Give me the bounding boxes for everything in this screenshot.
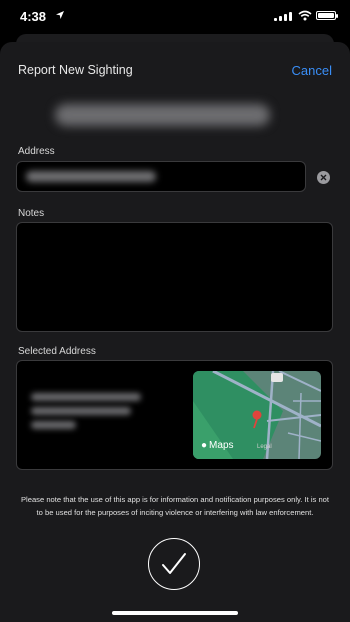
map-pin-icon [252, 410, 262, 429]
wifi-icon [298, 10, 312, 21]
report-sheet: Report New Sighting Cancel Address Notes… [0, 42, 350, 622]
map-thumbnail[interactable]: ● Maps Legal [193, 371, 321, 459]
redacted-city [31, 407, 131, 415]
address-label: Address [18, 146, 55, 157]
home-indicator[interactable] [112, 611, 238, 615]
battery-icon [316, 11, 338, 20]
selected-address-card: ● Maps Legal [16, 360, 333, 470]
checkmark-icon [162, 553, 186, 574]
clear-circle-icon [320, 174, 327, 181]
maps-provider-label: Maps [209, 440, 234, 451]
clear-address-button[interactable] [317, 171, 330, 184]
location-arrow-icon [56, 11, 64, 19]
address-field[interactable] [16, 161, 306, 192]
cancel-button[interactable]: Cancel [292, 63, 332, 78]
redacted-address-heading [55, 104, 270, 126]
disclaimer-text: Please note that the use of this app is … [20, 495, 329, 517]
selected-address-label: Selected Address [18, 346, 96, 357]
redacted-zip [31, 421, 76, 429]
redacted-street [31, 393, 141, 401]
sheet-title: Report New Sighting [18, 63, 133, 77]
notes-label: Notes [18, 208, 45, 219]
redacted-address-value [26, 171, 156, 182]
submit-sighting-button[interactable] [148, 538, 200, 590]
status-bar: 4:38 [0, 0, 350, 34]
legal-link[interactable]: Legal [257, 444, 272, 450]
maps-logo: ● Maps [201, 440, 234, 451]
apple-logo-icon: ● [201, 440, 208, 451]
status-time: 4:38 [20, 9, 47, 24]
notes-field[interactable] [16, 222, 333, 332]
cellular-signal-icon [274, 12, 292, 21]
